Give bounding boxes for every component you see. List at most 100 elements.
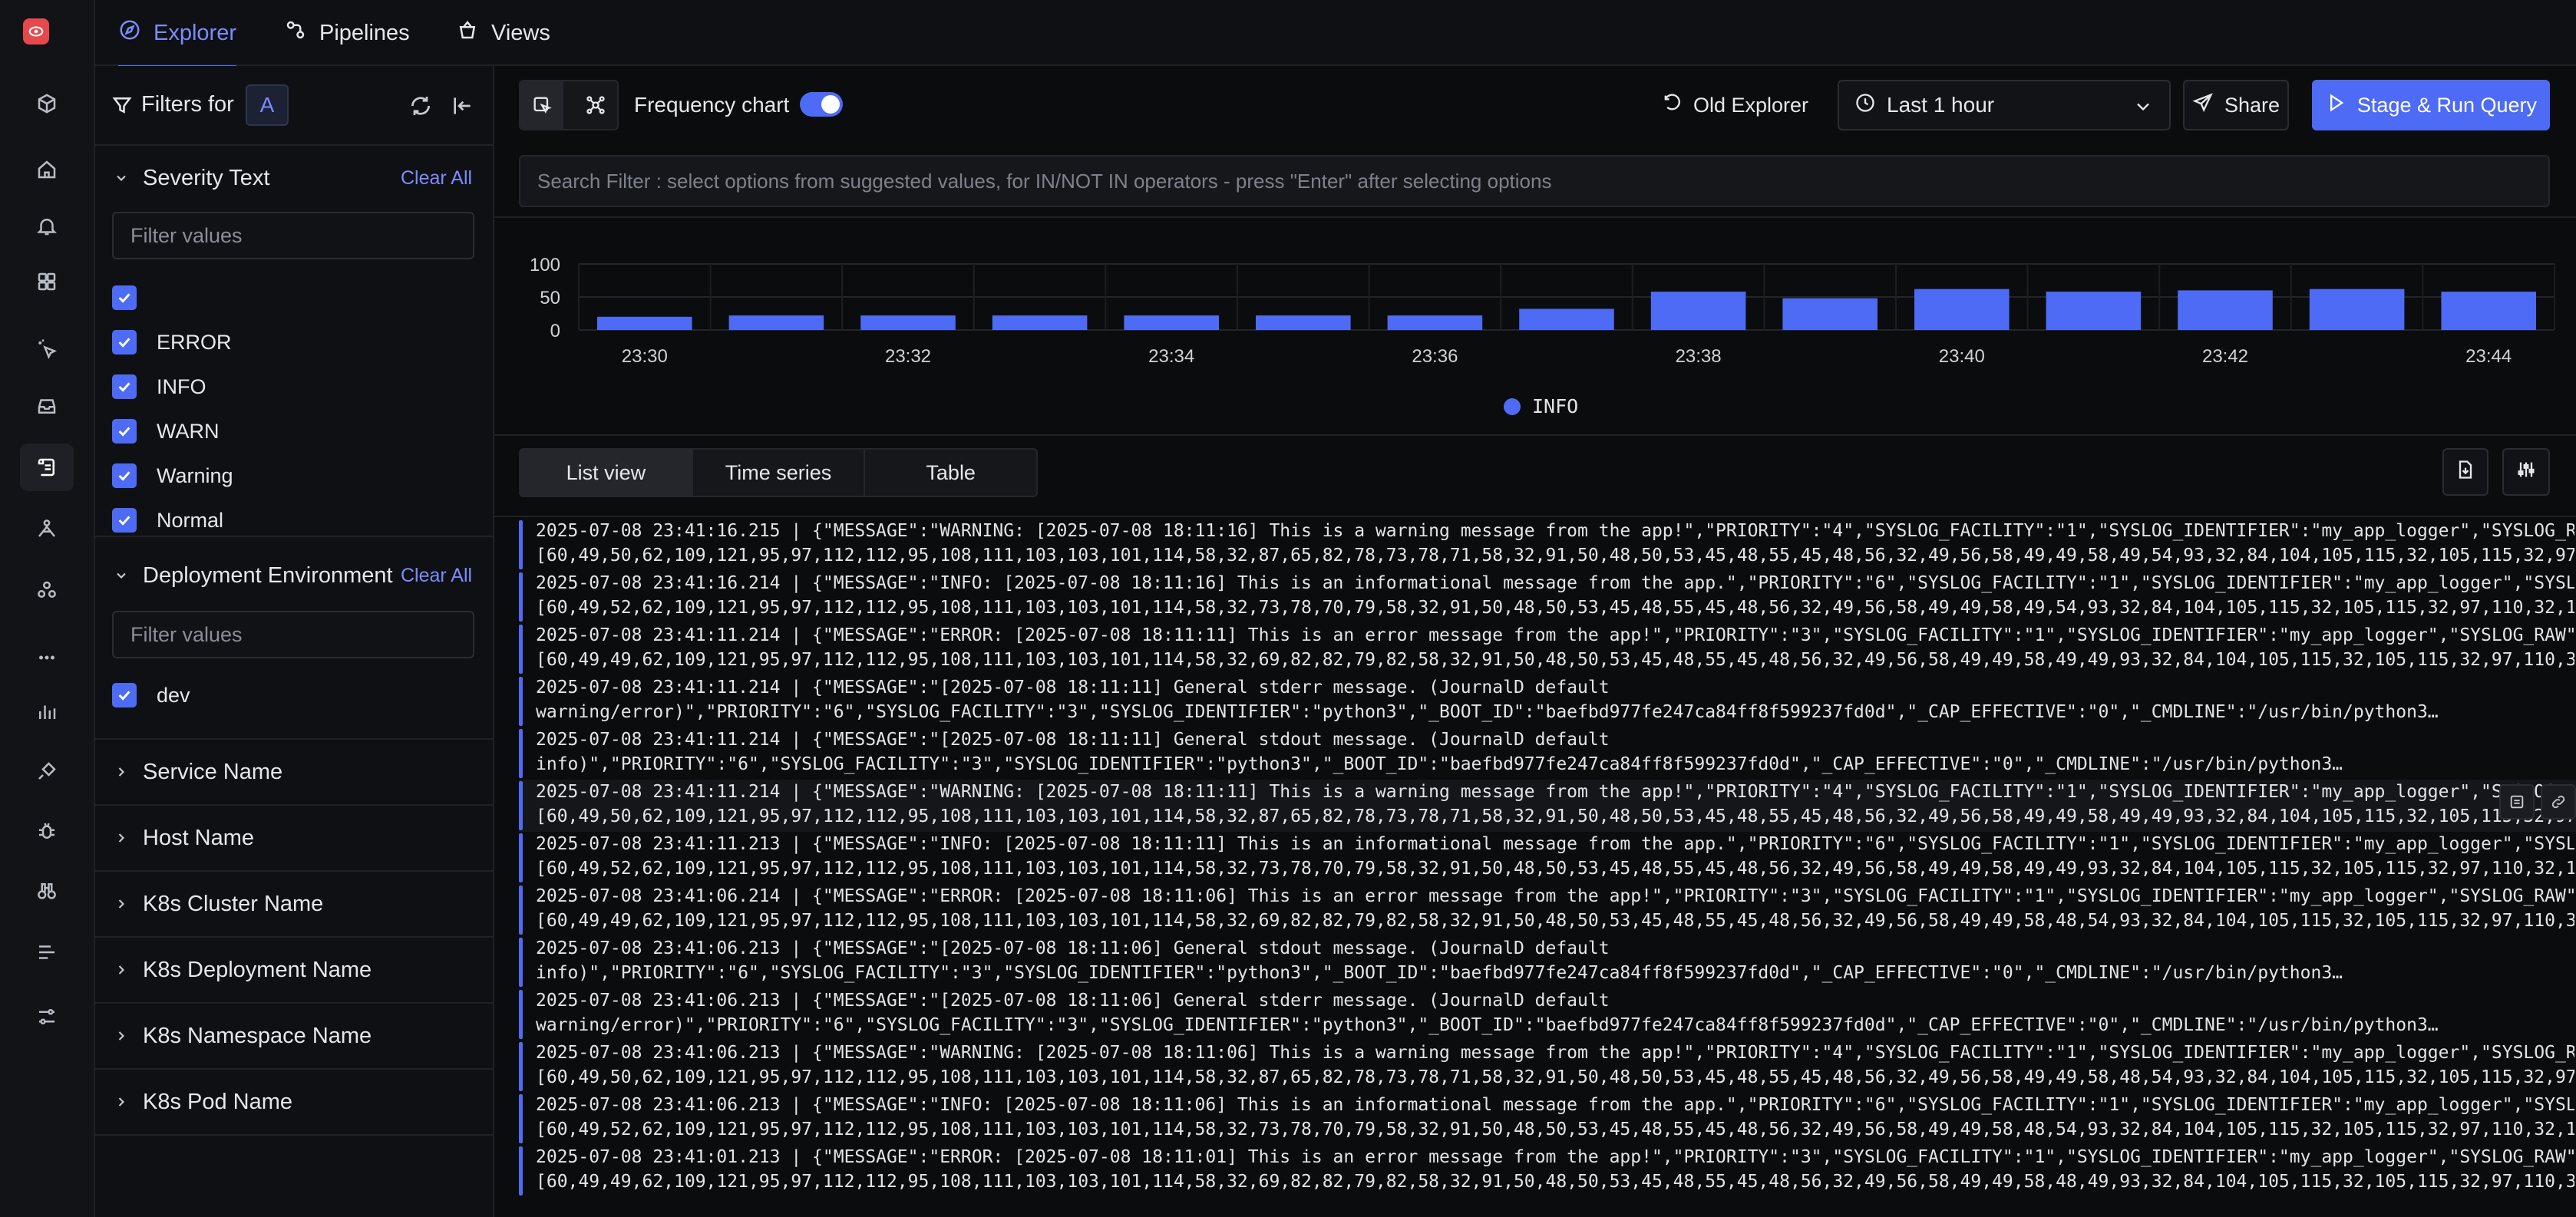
sparkle-pointer-icon[interactable] [20,325,74,373]
tab-table[interactable]: Table [865,450,1036,496]
chevron-right-icon[interactable] [114,896,129,912]
bug-icon[interactable] [20,807,74,855]
checkbox-checked-icon[interactable] [112,374,137,399]
severity-text-title[interactable]: Severity Text [143,166,269,191]
chevron-right-icon[interactable] [114,962,129,978]
chevron-right-icon[interactable] [114,1028,129,1044]
checkbox-checked-icon[interactable] [112,330,137,355]
share-button[interactable]: Share [2183,80,2289,130]
search-filter-input[interactable]: Search Filter : select options from sugg… [519,155,2550,207]
deployment-option-dev[interactable]: dev [112,680,190,711]
severity-text-section: Severity Text Clear All Filter values ER… [95,146,494,537]
log-row[interactable]: 2025-07-08 23:41:01.213 | {"MESSAGE":"ER… [519,1145,2576,1197]
logo-icon[interactable] [23,18,49,45]
logs-icon[interactable] [20,444,74,491]
filter-panel-header: Filters for A [95,66,494,146]
download-button[interactable] [2442,448,2488,496]
chevron-right-icon[interactable] [114,1094,129,1110]
bar-chart-icon[interactable] [20,688,74,735]
deployment-environment-section: Deployment Environment Clear All Filter … [95,537,494,740]
settings-sliders-icon[interactable] [20,993,74,1041]
toggle-knob [821,95,840,114]
sliders-icon [2515,459,2537,486]
checkbox-checked-icon[interactable] [112,683,137,707]
chevron-right-icon[interactable] [114,764,129,780]
refresh-icon[interactable] [408,94,433,118]
log-row[interactable]: 2025-07-08 23:41:06.213 | {"MESSAGE":"IN… [519,1093,2576,1145]
traces-icon[interactable] [20,505,74,552]
checkbox-checked-icon[interactable] [112,285,137,310]
context-view-icon[interactable] [2499,784,2535,820]
deployment-clear-all[interactable]: Clear All [401,565,472,587]
plug-icon[interactable] [20,747,74,795]
inbox-icon[interactable] [20,382,74,430]
x-tick-label: 23:30 [622,346,668,367]
dashboard-icon[interactable] [20,258,74,305]
log-row-hovered[interactable]: 2025-07-08 23:41:11.214 | {"MESSAGE":"WA… [519,780,2576,832]
y-tick-label: 50 [540,288,560,308]
frequency-chart-toggle[interactable] [800,92,843,117]
stage-run-query-button[interactable]: Stage & Run Query [2312,80,2550,130]
home-icon[interactable] [20,146,74,193]
severity-option-empty[interactable] [112,282,157,313]
severity-option-warn[interactable]: WARN [112,416,220,447]
log-row[interactable]: 2025-07-08 23:41:11.213 | {"MESSAGE":"IN… [519,832,2576,884]
log-row[interactable]: 2025-07-08 23:41:06.213 | {"MESSAGE":"[2… [519,936,2576,988]
tab-time-series[interactable]: Time series [693,450,866,496]
bar [992,315,1088,330]
k8s-namespace-name-section[interactable]: K8s Namespace Name [95,1004,494,1070]
query-builder-icon[interactable] [520,81,563,129]
severity-option-warning[interactable]: Warning [112,460,233,491]
old-explorer-button[interactable]: Old Explorer [1655,80,1815,130]
service-name-section[interactable]: Service Name [95,740,494,806]
legend-swatch [1504,398,1521,415]
tab-pipelines[interactable]: Pipelines [284,0,410,66]
chevron-down-icon[interactable] [114,568,129,583]
clickhouse-icon[interactable] [574,81,617,129]
log-row[interactable]: 2025-07-08 23:41:11.214 | {"MESSAGE":"[2… [519,727,2576,780]
link-icon[interactable] [2541,784,2576,820]
more-icon[interactable] [20,634,74,681]
format-options-button[interactable] [2502,448,2550,496]
severity-option-info[interactable]: INFO [112,371,206,402]
tab-explorer[interactable]: Explorer [118,0,236,68]
k8s-deployment-name-section[interactable]: K8s Deployment Name [95,938,494,1004]
list-icon[interactable] [20,928,74,976]
severity-option-normal[interactable]: Normal [112,505,223,536]
time-range-select[interactable]: Last 1 hour [1838,80,2171,130]
log-row[interactable]: 2025-07-08 23:41:11.214 | {"MESSAGE":"ER… [519,623,2576,675]
services-icon[interactable] [20,566,74,614]
deployment-filter-input[interactable]: Filter values [112,611,474,658]
section-title: Host Name [143,826,255,850]
query-badge[interactable]: A [246,84,289,126]
log-row[interactable]: 2025-07-08 23:41:16.214 | {"MESSAGE":"IN… [519,571,2576,623]
severity-filter-input[interactable]: Filter values [112,212,474,259]
collapse-panel-icon[interactable] [450,94,474,118]
bar [1650,292,1746,330]
binoculars-icon[interactable] [20,867,74,915]
tab-views[interactable]: Views [456,0,550,66]
chevron-down-icon [2132,96,2154,123]
severity-option-error[interactable]: ERROR [112,327,232,358]
log-row[interactable]: 2025-07-08 23:41:16.215 | {"MESSAGE":"WA… [519,519,2576,571]
bar [2441,292,2536,330]
log-row[interactable]: 2025-07-08 23:41:06.213 | {"MESSAGE":"[2… [519,988,2576,1041]
k8s-cluster-name-section[interactable]: K8s Cluster Name [95,872,494,938]
log-row[interactable]: 2025-07-08 23:41:11.214 | {"MESSAGE":"[2… [519,675,2576,727]
log-row[interactable]: 2025-07-08 23:41:06.213 | {"MESSAGE":"WA… [519,1041,2576,1093]
chevron-right-icon[interactable] [114,830,129,846]
deployment-environment-title[interactable]: Deployment Environment [143,563,393,589]
bell-icon[interactable] [20,203,74,250]
log-row[interactable]: 2025-07-08 23:41:06.214 | {"MESSAGE":"ER… [519,884,2576,936]
checkbox-checked-icon[interactable] [112,508,137,533]
send-icon [2192,92,2214,119]
checkbox-checked-icon[interactable] [112,419,137,444]
k8s-pod-name-section[interactable]: K8s Pod Name [95,1070,494,1136]
log-list: 2025-07-08 23:41:16.215 | {"MESSAGE":"WA… [494,516,2576,1217]
cube-icon[interactable] [20,80,74,127]
severity-clear-all[interactable]: Clear All [401,167,472,190]
tab-list-view[interactable]: List view [520,450,693,496]
host-name-section[interactable]: Host Name [95,806,494,872]
chevron-down-icon[interactable] [114,170,129,186]
checkbox-checked-icon[interactable] [112,463,137,488]
